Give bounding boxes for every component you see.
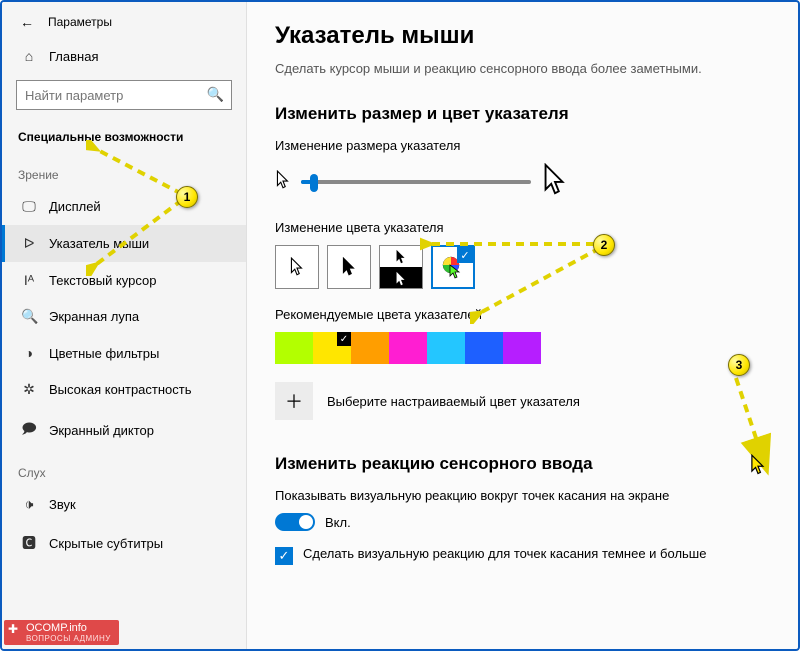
annotation-arrow-1b — [86, 196, 196, 276]
home-icon: ⌂ — [21, 48, 37, 64]
pointer-color-white[interactable] — [275, 245, 319, 289]
sidebar-item-color-filters[interactable]: ◑ Цветные фильтры — [2, 335, 246, 371]
home-label: Главная — [49, 49, 98, 64]
text-cursor-icon: Iᴬ — [21, 272, 37, 288]
size-section-heading: Изменить размер и цвет указателя — [275, 104, 770, 124]
sidebar-item-label: Звук — [49, 497, 76, 512]
darker-feedback-checkbox[interactable]: ✓ — [275, 547, 293, 565]
darker-feedback-label: Сделать визуальную реакцию для точек кас… — [303, 545, 706, 563]
touch-feedback-toggle[interactable] — [275, 513, 315, 531]
sidebar-item-high-contrast[interactable]: ✲ Высокая контрастность — [2, 371, 246, 408]
cursor-small-icon — [275, 170, 291, 193]
pointer-icon: ᐅ — [21, 235, 37, 252]
slider-thumb[interactable] — [310, 174, 318, 192]
sidebar: ← Параметры ⌂ Главная 🔍 Специальные возм… — [2, 2, 247, 649]
cursor-large-icon — [541, 163, 569, 200]
sidebar-home[interactable]: ⌂ Главная — [2, 38, 246, 74]
recommended-color-swatch[interactable] — [275, 332, 313, 364]
recommended-color-swatch[interactable] — [389, 332, 427, 364]
sidebar-item-audio[interactable]: 🕩 Звук — [2, 486, 246, 523]
darker-feedback-row: ✓ Сделать визуальную реакцию для точек к… — [275, 545, 715, 565]
add-custom-color-label: Выберите настраиваемый цвет указателя — [327, 394, 580, 409]
sidebar-item-captions[interactable]: 🅲 Скрытые субтитры — [2, 523, 246, 563]
page-subtitle: Сделать курсор мыши и реакцию сенсорного… — [275, 60, 715, 78]
touch-feedback-toggle-row: Вкл. — [275, 513, 770, 531]
touch-section-heading: Изменить реакцию сенсорного ввода — [275, 454, 770, 474]
size-label: Изменение размера указателя — [275, 138, 770, 153]
titlebar: ← Параметры — [2, 6, 246, 38]
sidebar-item-label: Скрытые субтитры — [49, 536, 163, 551]
custom-color-row: ＋ Выберите настраиваемый цвет указателя — [275, 382, 770, 420]
sidebar-item-label: Цветные фильтры — [49, 346, 159, 361]
search-input[interactable] — [16, 80, 232, 110]
audio-icon: 🕩 — [21, 496, 37, 513]
cursor-example-icon — [750, 454, 766, 479]
captions-icon: 🅲 — [21, 533, 37, 553]
touch-desc: Показывать визуальную реакцию вокруг точ… — [275, 488, 675, 503]
recommended-color-swatch[interactable] — [351, 332, 389, 364]
recommended-color-swatch[interactable] — [427, 332, 465, 364]
sidebar-item-label: Высокая контрастность — [49, 382, 192, 397]
sidebar-item-label: Экранная лупа — [49, 309, 139, 324]
content-pane: Указатель мыши Сделать курсор мыши и реа… — [247, 2, 798, 649]
annotation-badge-1: 1 — [176, 186, 198, 208]
watermark-text: OCOMP.info — [26, 622, 87, 634]
sidebar-item-label: Экранный диктор — [49, 423, 154, 438]
toggle-label: Вкл. — [325, 515, 351, 530]
pointer-color-inverted[interactable] — [379, 245, 423, 289]
color-filter-icon: ◑ — [21, 345, 37, 361]
magnifier-icon: 🔍 — [21, 308, 37, 325]
recommended-color-swatch[interactable] — [503, 332, 541, 364]
group-hearing: Слух — [2, 452, 246, 486]
recommended-colors: ✓ — [275, 332, 770, 364]
pointer-size-slider[interactable] — [301, 180, 531, 184]
back-icon[interactable]: ← — [20, 14, 34, 30]
recommended-color-swatch[interactable]: ✓ — [313, 332, 351, 364]
display-icon: 🖵 — [21, 198, 37, 215]
annotation-badge-2: 2 — [593, 234, 615, 256]
check-icon: ✓ — [337, 332, 351, 346]
pointer-size-control — [275, 163, 770, 200]
page-title: Указатель мыши — [275, 22, 770, 50]
narrator-icon: 🗩 — [21, 418, 37, 442]
watermark-sub: ВОПРОСЫ АДМИНУ — [26, 634, 111, 643]
search-icon: 🔍 — [207, 86, 224, 103]
contrast-icon: ✲ — [21, 381, 37, 398]
recommended-color-swatch[interactable] — [465, 332, 503, 364]
search-box[interactable]: 🔍 — [16, 80, 232, 110]
annotation-arrow-2b — [470, 244, 610, 324]
annotation-badge-3: 3 — [728, 354, 750, 376]
sidebar-item-narrator[interactable]: 🗩 Экранный диктор — [2, 408, 246, 452]
pointer-color-black[interactable] — [327, 245, 371, 289]
sidebar-item-magnifier[interactable]: 🔍 Экранная лупа — [2, 298, 246, 335]
window-title: Параметры — [48, 15, 112, 29]
watermark: OCOMP.info ВОПРОСЫ АДМИНУ — [4, 620, 119, 645]
settings-window: ← Параметры ⌂ Главная 🔍 Специальные возм… — [0, 0, 800, 651]
add-custom-color-button[interactable]: ＋ — [275, 382, 313, 420]
